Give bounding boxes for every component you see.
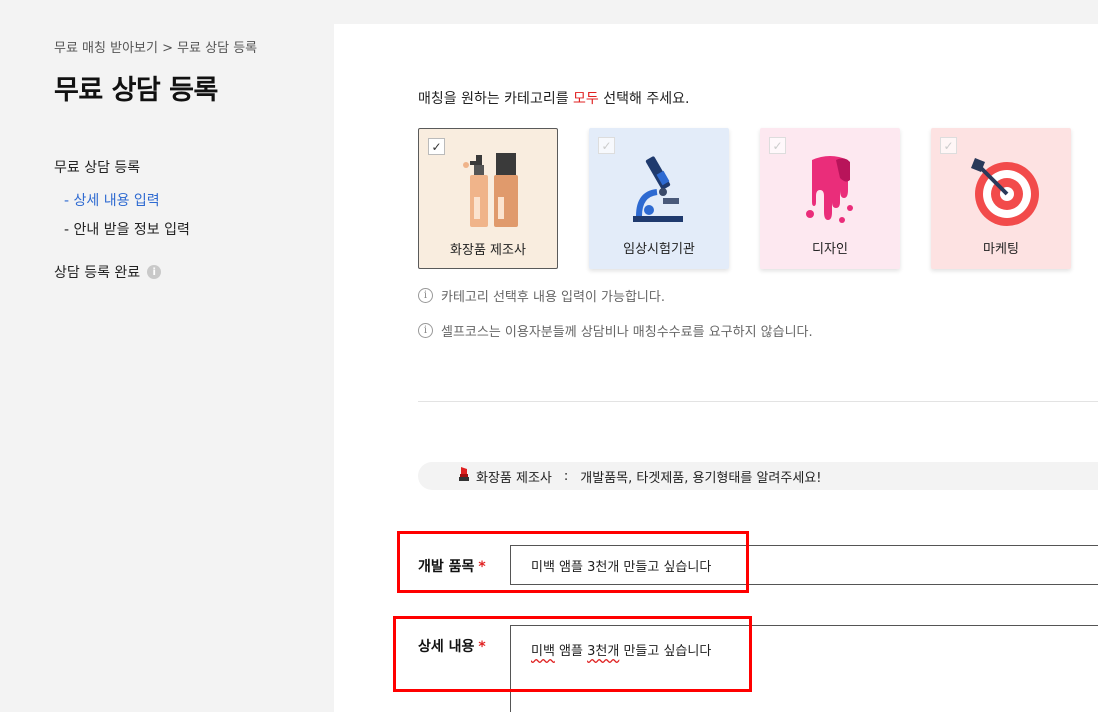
category-cards: ✓ 화장품 제조사 ✓ 임상시험기관 ✓ 디자인 ✓ 마케팅 (418, 128, 1071, 269)
sidebar-item-info-input[interactable]: - 안내 받을 정보 입력 (64, 219, 190, 239)
cosmetics-icon (419, 151, 557, 231)
category-hint-banner: 화장품 제조사 : 개발품목, 타겟제품, 용기형태를 알려주세요! (418, 462, 1098, 490)
target-icon (931, 150, 1071, 230)
sidebar-item-detail-input[interactable]: - 상세 내용 입력 (64, 190, 160, 210)
info-icon[interactable]: i (147, 265, 162, 279)
category-card-design[interactable]: ✓ 디자인 (760, 128, 900, 269)
category-label: 화장품 제조사 (450, 243, 526, 258)
sidebar-item-label: 상담 등록 완료 (54, 265, 141, 281)
category-instruction: 매칭을 원하는 카테고리를 모두 선택해 주세요. (418, 88, 689, 108)
instruction-text: 매칭을 원하는 카테고리를 (418, 91, 574, 107)
category-label: 마케팅 (983, 242, 1019, 257)
banner-separator: : (563, 468, 569, 484)
category-label: 임상시험기관 (623, 242, 695, 257)
lipstick-icon (458, 466, 470, 486)
microscope-icon (589, 150, 729, 230)
info-icon: i (418, 288, 433, 303)
sidebar-item-consult-register[interactable]: 무료 상담 등록 (54, 157, 140, 177)
category-label: 디자인 (812, 242, 848, 257)
instruction-text-end: 선택해 주세요. (598, 91, 690, 107)
instruction-highlight: 모두 (573, 91, 599, 107)
paint-drip-icon (760, 150, 900, 230)
note-text: 셀프코스는 이용자분들께 상담비나 매칭수수료를 요구하지 않습니다. (441, 325, 813, 340)
banner-category: 화장품 제조사 (476, 470, 552, 486)
breadcrumb: 무료 매칭 받아보기 > 무료 상담 등록 (54, 41, 258, 56)
main-panel: 매칭을 원하는 카테고리를 모두 선택해 주세요. ✓ 화장품 제조사 ✓ 임상… (334, 24, 1098, 712)
annotation-highlight-box (397, 531, 749, 593)
category-card-marketing[interactable]: ✓ 마케팅 (931, 128, 1071, 269)
page-title: 무료 상담 등록 (54, 75, 218, 106)
divider (418, 401, 1098, 402)
sidebar: 무료 매칭 받아보기 > 무료 상담 등록 무료 상담 등록 무료 상담 등록 … (0, 0, 334, 712)
note-category: i 카테고리 선택후 내용 입력이 가능합니다. (418, 286, 665, 305)
banner-text: 개발품목, 타겟제품, 용기형태를 알려주세요! (580, 470, 822, 486)
note-fee: i 셀프코스는 이용자분들께 상담비나 매칭수수료를 요구하지 않습니다. (418, 321, 813, 340)
annotation-highlight-box (393, 616, 752, 692)
sidebar-item-register-complete[interactable]: 상담 등록 완료 i (54, 262, 162, 282)
note-text: 카테고리 선택후 내용 입력이 가능합니다. (441, 290, 665, 305)
category-card-clinical[interactable]: ✓ 임상시험기관 (589, 128, 729, 269)
category-card-cosmetics[interactable]: ✓ 화장품 제조사 (418, 128, 558, 269)
info-icon: i (418, 323, 433, 338)
